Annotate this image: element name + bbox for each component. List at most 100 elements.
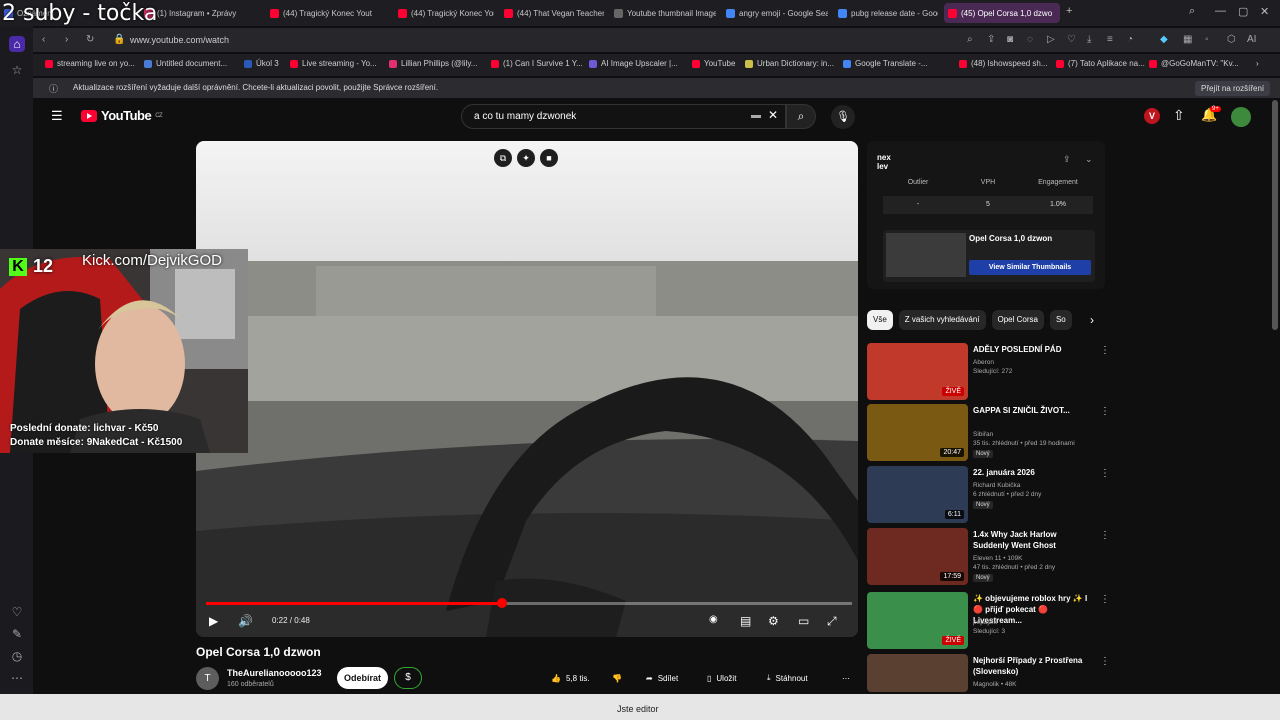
edit-icon[interactable]: ✎ [9, 626, 25, 642]
recommended-video[interactable]: ŽIVĚ ✨ objevujeme roblox hry ✨ I 🔴 přijď … [867, 592, 1110, 650]
recommended-channel[interactable]: Richard Kubička [973, 481, 1020, 490]
page-scrollbar[interactable] [1272, 100, 1278, 330]
bookmark-item[interactable]: Úkol 3 [244, 59, 279, 68]
filter-chip[interactable]: Vše [867, 310, 893, 330]
recommended-video[interactable]: Nejhorší Případy z Prostřena (Slovensko)… [867, 654, 1110, 692]
browser-tab[interactable]: pubg release date - Goog [834, 3, 938, 23]
kebab-menu-icon[interactable]: ⋮ [1100, 345, 1110, 356]
extension-icon-4[interactable]: ⬡ [1227, 34, 1236, 45]
account-avatar[interactable] [1231, 107, 1251, 127]
browser-tab[interactable]: (44) Tragický Konec Yout [266, 3, 388, 23]
kebab-menu-icon[interactable]: ⋮ [1100, 530, 1110, 541]
new-tab-button[interactable]: + [1066, 5, 1072, 17]
browser-tab[interactable]: (44) That Vegan Teacher I [500, 3, 604, 23]
play-button[interactable]: ▶ [209, 614, 218, 628]
go-to-extensions-button[interactable]: Přejít na rozšíření [1195, 81, 1271, 96]
view-similar-thumbnails-button[interactable]: View Similar Thumbnails [969, 260, 1091, 275]
extension-icon-2[interactable]: ▦ [1183, 34, 1192, 45]
bookmark-item[interactable]: (7) Tato Aplikace na... [1056, 59, 1145, 68]
subtitles-icon[interactable]: ▤ [740, 614, 751, 628]
browser-tab[interactable]: (1) Instagram • Zprávy [140, 3, 260, 23]
bookmark-item[interactable]: (1) Can I Survive 1 Y... [491, 59, 583, 68]
chips-next-icon[interactable]: › [1090, 313, 1094, 327]
kebab-menu-icon[interactable]: ⋮ [1100, 594, 1110, 605]
forward-icon[interactable]: › [65, 34, 68, 45]
collapse-chevron-icon[interactable]: ⌄ [1085, 154, 1093, 165]
recommended-channel[interactable]: Magnolik • 48K [973, 680, 1016, 689]
recommended-title[interactable]: 1.4x Why Jack Harlow Suddenly Went Ghost [973, 529, 1091, 551]
bookmark-item[interactable]: (48) Ishowspeed sh... [959, 59, 1047, 68]
close-window-button[interactable]: ✕ [1260, 5, 1269, 18]
favorite-icon[interactable]: ♡ [1067, 34, 1076, 45]
ai-sparkle-icon[interactable]: ✦ [517, 149, 535, 167]
history-icon[interactable]: ◷ [9, 648, 25, 664]
filter-chip[interactable]: Z vašich vyhledávání [898, 310, 986, 330]
recommended-channel[interactable]: Eleven 11 • 109K [973, 554, 1023, 563]
recommended-title[interactable]: GAPPA SI ZNIČIL ŽIVOT... [973, 405, 1091, 416]
video-thumbnail[interactable]: ŽIVĚ [867, 592, 968, 649]
bookmark-item[interactable]: Lillian Phillips (@lily... [389, 59, 477, 68]
share-button[interactable]: ➦ Sdílet [638, 667, 686, 689]
record-icon[interactable]: ■ [540, 149, 558, 167]
minimize-button[interactable]: — [1215, 5, 1226, 17]
progress-scrubber[interactable] [497, 598, 508, 608]
recommended-channel[interactable]: Aberon [973, 358, 994, 367]
settings-gear-icon[interactable]: ⚙ [768, 614, 779, 628]
bookmark-item[interactable]: Google Translate -... [843, 59, 927, 68]
upload-icon[interactable]: ⇧ [1173, 107, 1185, 124]
like-button[interactable]: 👍 5,8 tis. [543, 667, 598, 689]
theater-mode-icon[interactable]: ▭ [798, 614, 809, 628]
subscribe-button[interactable]: Odebírat [337, 667, 388, 689]
hamburger-menu-icon[interactable]: ☰ [51, 108, 63, 124]
channel-name[interactable]: TheAurelianooooo123 [227, 668, 322, 678]
more-actions-button[interactable]: ⋯ [834, 667, 858, 689]
volume-icon[interactable]: 🔊 [238, 614, 253, 628]
home-icon[interactable]: ⌂ [9, 36, 25, 52]
voice-search-button[interactable]: 🎙 [831, 105, 855, 129]
back-icon[interactable]: ‹ [42, 34, 45, 45]
browser-tab[interactable]: angry emoji - Google Sea [722, 3, 828, 23]
extension-icon-3[interactable]: ◦ [1205, 34, 1209, 45]
camera-icon[interactable]: ◙ [1007, 34, 1013, 45]
recommended-title[interactable]: ADĚLY POSLEDNÍ PÁD [973, 344, 1091, 355]
download-icon[interactable]: ⤓ [1087, 34, 1091, 45]
video-thumbnail[interactable]: 17:59 [867, 528, 968, 585]
more-icon[interactable]: ⋯ [9, 670, 25, 686]
bookmark-item[interactable]: AI Image Upscaler |... [589, 59, 678, 68]
bookmark-item[interactable]: @GoGoManTV: "Kv... [1149, 59, 1239, 68]
bookmark-item[interactable]: Untitled document... [144, 59, 227, 68]
filter-chip[interactable]: Opel Corsa [991, 310, 1044, 330]
bookmarks-more-icon[interactable]: › [1256, 59, 1259, 68]
video-thumbnail[interactable] [867, 654, 968, 692]
save-button[interactable]: ▯ Uložit [699, 667, 744, 689]
recommended-channel[interactable]: pepajzik [973, 618, 997, 627]
video-thumbnail[interactable]: 20:47 [867, 404, 968, 461]
browser-tab[interactable]: (45) Opel Corsa 1,0 dzwo [944, 3, 1060, 23]
download-button[interactable]: ⤓ Stáhnout [759, 667, 816, 689]
extension-icon[interactable]: ◆ [1160, 34, 1168, 45]
browser-tab[interactable]: (44) Tragický Konec Yout [394, 3, 494, 23]
bookmark-icon[interactable]: ☆ [9, 62, 25, 78]
ai-icon[interactable]: AI [1247, 34, 1256, 45]
youtube-logo[interactable]: YouTube CZ [81, 108, 163, 123]
recommended-video[interactable]: ŽIVĚ ADĚLY POSLEDNÍ PÁD Aberon Sledující: 2… [867, 343, 1110, 401]
search-input[interactable] [461, 104, 786, 129]
recommended-video[interactable]: 17:59 1.4x Why Jack Harlow Suddenly Went … [867, 528, 1110, 586]
bookmark-item[interactable]: streaming live on yo... [45, 59, 135, 68]
bookmark-item[interactable]: YouTube [692, 59, 735, 68]
filter-chip[interactable]: So [1049, 310, 1072, 330]
url-field[interactable]: www.youtube.com/watch [130, 35, 229, 45]
search-tabs-icon[interactable]: ⌕ [1189, 5, 1195, 18]
autoplay-toggle[interactable]: ◉ [709, 614, 718, 625]
menu-icon[interactable]: ≡ [1107, 34, 1113, 45]
maximize-button[interactable]: ▢ [1238, 5, 1248, 18]
recommended-video[interactable]: 6:11 22. januára 2026 Richard Kubička 6 zhl… [867, 466, 1110, 524]
channel-avatar[interactable]: T [196, 667, 219, 690]
progress-bar[interactable] [206, 598, 852, 608]
kebab-menu-icon[interactable]: ⋮ [1100, 656, 1110, 667]
kebab-menu-icon[interactable]: ⋮ [1100, 468, 1110, 479]
video-player[interactable]: ⧉ ✦ ■ ▶ 🔊 0:22 / 0:48 ◉ ▤ ⚙ ▭ ⤢ [196, 141, 858, 637]
export-icon[interactable]: ⇪ [1063, 154, 1071, 165]
search-button[interactable]: ⌕ [786, 104, 816, 129]
share-icon[interactable]: ⇪ [987, 34, 995, 45]
